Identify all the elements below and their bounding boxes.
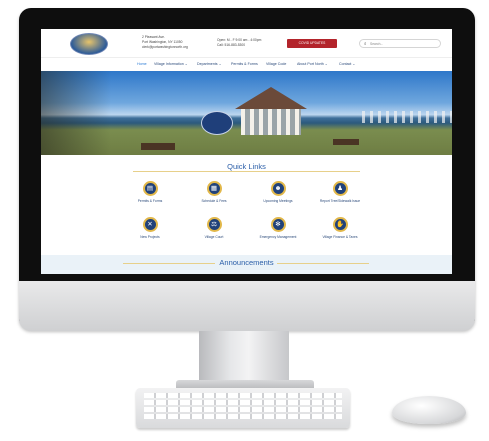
search-icon: ⌕ — [364, 41, 367, 46]
monitor-chin — [19, 281, 475, 331]
quick-link-label: Permits & Forms — [137, 199, 163, 203]
quick-link-new-projects[interactable]: ✕ New Projects — [115, 217, 185, 239]
hero-boats — [362, 111, 452, 123]
quick-link-upcoming-meetings[interactable]: ☻ Upcoming Meetings — [243, 181, 313, 203]
quick-link-label: Village Court — [204, 235, 224, 239]
nav-contact[interactable]: Contact ⌄ — [339, 61, 355, 67]
nav-departments[interactable]: Departments ⌄ — [197, 61, 222, 67]
quick-link-report-issue[interactable]: ♟ Report Tree/Sidewalk Issue — [305, 181, 375, 203]
contact-address: 2 Pleasant Ave. Port Washington, NY 1105… — [142, 35, 188, 50]
hero-image — [41, 71, 452, 155]
quick-link-schedule-fees[interactable]: ▦ Schedule & Fees — [179, 181, 249, 203]
quick-link-label: Report Tree/Sidewalk Issue — [319, 199, 361, 203]
quick-link-label: Village Finance & Taxes — [322, 235, 358, 239]
email-link[interactable]: clerk@portwashingtonnorth.org — [142, 45, 188, 50]
keyboard — [136, 388, 350, 428]
village-sign — [201, 111, 233, 135]
bell-icon: ♟ — [332, 181, 348, 196]
mouse — [392, 396, 466, 424]
covid-updates-button[interactable]: COVID UPDATES — [287, 39, 337, 48]
nav-permits-forms[interactable]: Permits & Forms — [231, 61, 258, 67]
quick-link-village-court[interactable]: ⚖ Village Court — [179, 217, 249, 239]
nav-village-code[interactable]: Village Code — [266, 61, 286, 67]
phone-text: Call: 516-883-5300 — [217, 43, 246, 47]
quick-link-label: Upcoming Meetings — [263, 199, 293, 203]
village-logo[interactable] — [70, 33, 108, 55]
gear-icon: ✻ — [270, 217, 286, 232]
quick-link-permits-forms[interactable]: ▤ Permits & Forms — [115, 181, 185, 203]
nav-about-port-north[interactable]: About Port North ⌄ — [297, 61, 328, 67]
bench — [333, 139, 359, 145]
search-input[interactable]: ⌕ Search... — [359, 39, 441, 48]
quick-links-title: Quick Links — [227, 162, 266, 171]
nav-home[interactable]: Home — [137, 61, 147, 67]
hand-coin-icon: ✋ — [332, 217, 348, 232]
people-icon: ☻ — [270, 181, 286, 196]
monitor-stand — [199, 331, 289, 383]
gazebo-roof — [235, 87, 307, 109]
search-placeholder: Search... — [370, 42, 384, 46]
tools-icon: ✕ — [142, 217, 158, 232]
quick-link-label: Emergency Management — [259, 235, 297, 239]
gazebo — [241, 109, 301, 135]
office-hours: Open: M - F 9:00 am - 4:00pm Call: 516-8… — [217, 38, 261, 48]
bench — [141, 143, 175, 150]
site-header: 2 Pleasant Ave. Port Washington, NY 1105… — [41, 29, 452, 57]
document-icon: ▤ — [142, 181, 158, 196]
clipboard-icon: ▦ — [206, 181, 222, 196]
quick-link-finance-taxes[interactable]: ✋ Village Finance & Taxes — [305, 217, 375, 239]
nav-village-information[interactable]: Village Information ⌄ — [154, 61, 188, 67]
keyboard-keys — [144, 393, 342, 421]
quick-links-divider — [133, 171, 360, 172]
quick-link-label: Schedule & Fees — [201, 199, 227, 203]
website-screen: 2 Pleasant Ave. Port Washington, NY 1105… — [41, 29, 452, 274]
quick-link-label: New Projects — [140, 235, 160, 239]
hero-trees — [41, 71, 111, 155]
announcements-title: Announcements — [219, 258, 274, 267]
quick-link-emergency-management[interactable]: ✻ Emergency Management — [243, 217, 313, 239]
scales-icon: ⚖ — [206, 217, 222, 232]
main-nav: Home Village Information ⌄ Departments ⌄… — [41, 57, 452, 71]
